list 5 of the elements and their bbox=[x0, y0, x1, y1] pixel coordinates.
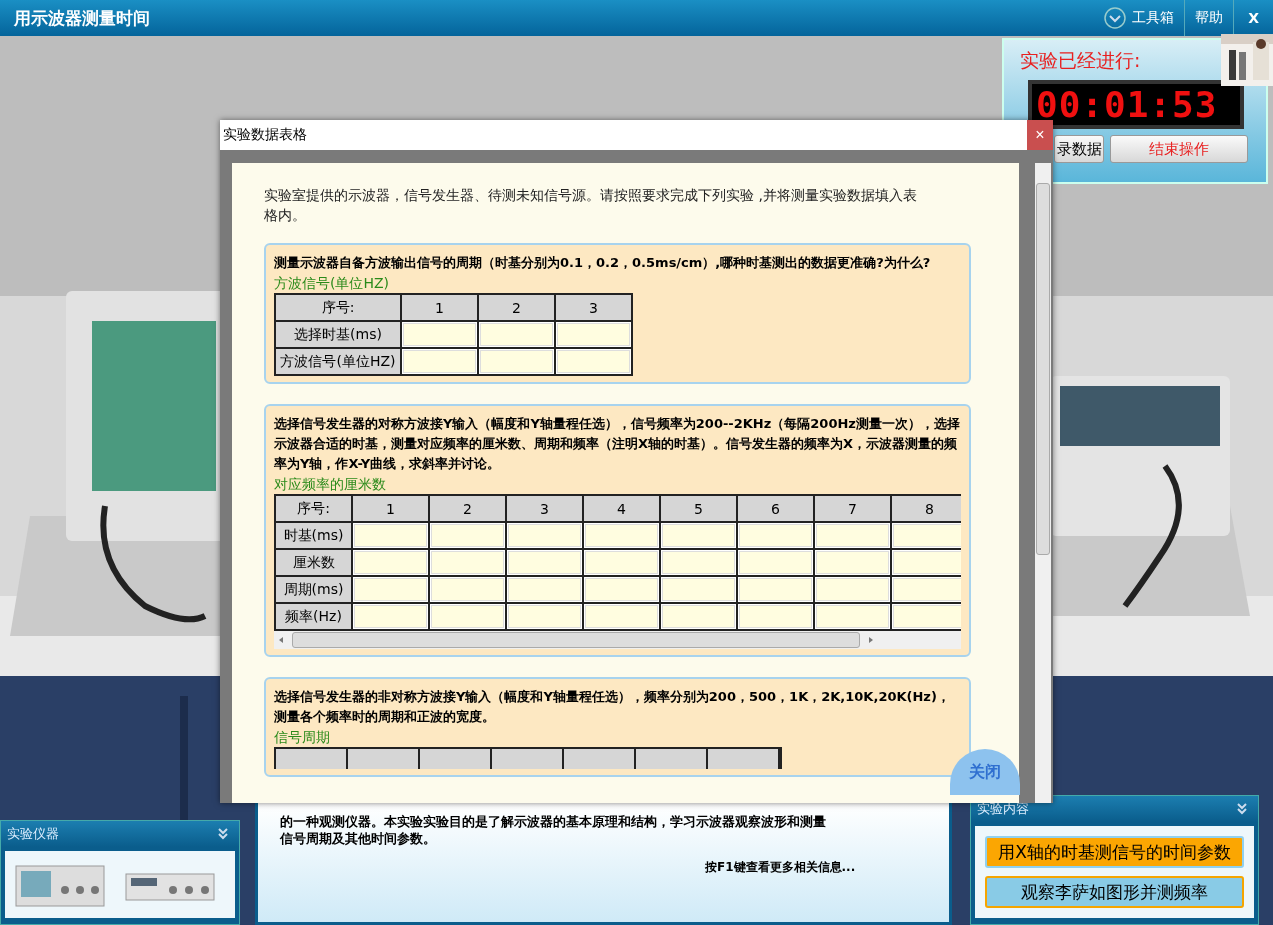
chevron-down-icon bbox=[1104, 7, 1127, 29]
window-title: 用示波器测量时间 bbox=[14, 6, 150, 30]
help-button[interactable]: 帮助 bbox=[1185, 0, 1234, 36]
close-button[interactable]: X bbox=[1234, 0, 1273, 36]
toolbox-button[interactable]: 工具箱 bbox=[1094, 0, 1185, 36]
